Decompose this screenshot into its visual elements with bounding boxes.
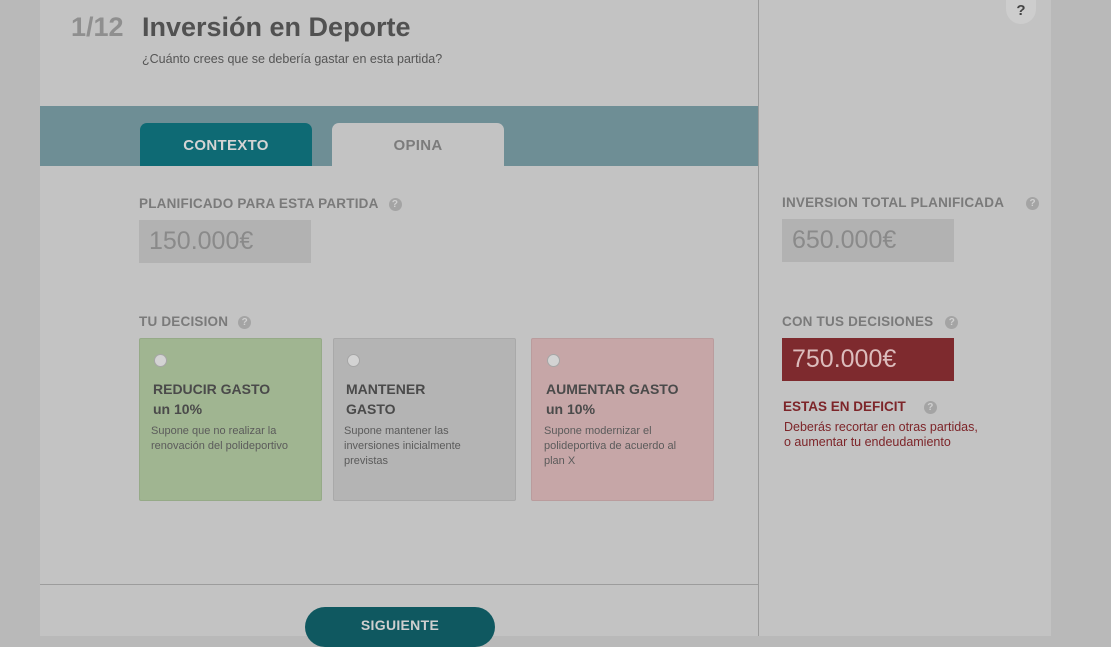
option-mantener-gasto[interactable]: MANTENER GASTO Supone mantener las inver… xyxy=(333,338,516,501)
option-title-line2: un 10% xyxy=(153,401,203,417)
option-title-line1: MANTENER xyxy=(346,381,426,397)
option-title-line1: REDUCIR GASTO xyxy=(153,381,271,397)
decision-label: TU DECISION? xyxy=(139,314,252,329)
help-icon[interactable]: ? xyxy=(388,197,402,211)
total-label-text: INVERSION TOTAL PLANIFICADA xyxy=(782,195,1005,210)
decisions-value: 750.000€ xyxy=(782,338,954,381)
option-description: Supone mantener las inversiones inicialm… xyxy=(344,425,461,467)
total-label: INVERSION TOTAL PLANIFICADA? xyxy=(782,195,1040,210)
page-title: Inversión en Deporte xyxy=(142,12,411,42)
option-title: MANTENER GASTO xyxy=(346,379,425,419)
deficit-message-line1: Deberás recortar en otras partidas, xyxy=(784,420,978,434)
radio-aumentar[interactable] xyxy=(547,354,560,367)
tab-opina[interactable]: OPINA xyxy=(332,123,504,166)
option-title-line2: GASTO xyxy=(346,401,396,417)
deficit-warning-message: Deberás recortar en otras partidas, o au… xyxy=(784,420,1004,450)
option-title: AUMENTAR GASTO un 10% xyxy=(546,379,678,419)
help-icon[interactable]: ? xyxy=(238,315,252,329)
deficit-message-line2: o aumentar tu endeudamiento xyxy=(784,435,951,449)
option-aumentar-gasto[interactable]: AUMENTAR GASTO un 10% Supone modernizar … xyxy=(531,338,714,501)
tab-contexto[interactable]: CONTEXTO xyxy=(140,123,312,166)
help-icon[interactable]: ? xyxy=(945,315,959,329)
next-button[interactable]: SIGUIENTE xyxy=(305,607,495,647)
tab-bar: CONTEXTO OPINA xyxy=(40,106,758,166)
total-value: 650.000€ xyxy=(782,219,954,262)
option-title: REDUCIR GASTO un 10% xyxy=(153,379,270,419)
planned-label-text: PLANIFICADO PARA ESTA PARTIDA xyxy=(139,196,379,211)
decision-label-text: TU DECISION xyxy=(139,314,229,329)
deficit-warning-title: ESTAS EN DEFICIT? xyxy=(783,399,937,414)
footer-divider xyxy=(40,584,758,585)
option-description: Supone que no realizar la renovación del… xyxy=(151,425,288,452)
page-subtitle: ¿Cuánto crees que se debería gastar en e… xyxy=(142,52,443,66)
help-icon[interactable]: ? xyxy=(1026,196,1040,210)
option-description: Supone modernizar el polideportiva de ac… xyxy=(544,425,677,467)
radio-reducir[interactable] xyxy=(154,354,167,367)
deficit-title-text: ESTAS EN DEFICIT xyxy=(783,399,906,414)
decisions-label-text: CON TUS DECISIONES xyxy=(782,314,934,329)
radio-mantener[interactable] xyxy=(347,354,360,367)
planned-value: 150.000€ xyxy=(139,220,311,263)
planned-label: PLANIFICADO PARA ESTA PARTIDA? xyxy=(139,196,402,211)
progress-counter: 1/12 xyxy=(71,12,124,42)
option-title-line2: un 10% xyxy=(546,401,596,417)
decisions-label: CON TUS DECISIONES? xyxy=(782,314,959,329)
option-title-line1: AUMENTAR GASTO xyxy=(546,381,679,397)
help-icon[interactable]: ? xyxy=(923,400,937,414)
option-reducir-gasto[interactable]: REDUCIR GASTO un 10% Supone que no reali… xyxy=(139,338,322,501)
